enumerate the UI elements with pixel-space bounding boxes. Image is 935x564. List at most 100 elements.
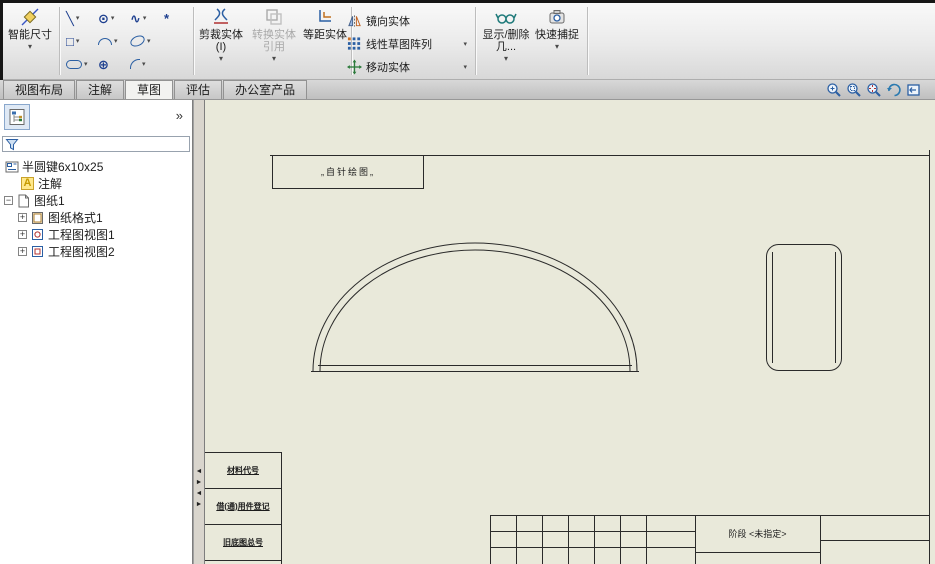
quick-snaps-button[interactable]: 快速捕捉 ▾	[535, 5, 579, 78]
circle-tool-button[interactable]: ⊙ ▾	[95, 8, 126, 28]
title-block-stage-cell[interactable]: 阶段 <未指定>	[695, 515, 820, 552]
offset-entities-button[interactable]: 等距实体	[303, 5, 347, 78]
command-manager-tabs: 视图布局 注解 草图 评估 办公室产品	[0, 80, 935, 100]
chevron-down-icon[interactable]: ▾	[76, 37, 80, 45]
smart-dimension-button[interactable]: 智能尺寸 ▾	[7, 5, 53, 78]
drawing-canvas[interactable]: „自针绘图„ 材料代号 借(通)用件登记 旧底图总号 阶段 <未指定>	[205, 100, 935, 564]
splitter-expand-icon[interactable]: ►	[196, 501, 203, 508]
trim-entities-button[interactable]: 剪裁实体(I) ▾	[197, 5, 245, 78]
tree-item-label: 工程图视图1	[48, 228, 115, 242]
trim-entities-label: 剪裁实体(I)	[199, 29, 243, 53]
half-round-key-front-view[interactable]	[311, 242, 639, 372]
side-cell-old-drawing-number[interactable]: 旧底图总号	[205, 524, 281, 560]
tab-sketch[interactable]: 草图	[125, 80, 174, 99]
tree-item-sheet-format1[interactable]: + 图纸格式1	[0, 209, 192, 226]
title-block-line	[516, 515, 517, 564]
tab-view-layout[interactable]: 视图布局	[3, 80, 76, 99]
slot-icon	[66, 59, 82, 69]
chevron-down-icon: ▾	[271, 54, 276, 63]
chevron-down-icon[interactable]: ▾	[111, 14, 115, 22]
previous-view-icon[interactable]	[906, 82, 923, 98]
point-tool-button[interactable]: *	[161, 8, 192, 28]
zoom-in-out-icon[interactable]	[826, 82, 843, 98]
title-block-line	[281, 452, 282, 564]
move-entities-button[interactable]: 移动实体 ▾	[347, 56, 469, 77]
chevron-down-icon[interactable]: ▾	[463, 40, 469, 48]
featuremanager-tree-icon	[9, 109, 25, 125]
expand-box-icon[interactable]: +	[18, 213, 27, 222]
polygon-tool-button[interactable]: ⊕	[95, 54, 126, 74]
line-tool-button[interactable]: ╲ ▾	[63, 8, 94, 28]
arc-tool-button[interactable]: ▾	[95, 31, 126, 51]
ellipse-tool-button[interactable]: ▾	[127, 31, 158, 51]
mirror-entities-label: 镜向实体	[366, 15, 410, 28]
title-block-line	[490, 547, 695, 548]
title-block-line	[205, 560, 281, 561]
chevron-down-icon[interactable]: ▾	[76, 14, 80, 22]
panel-more-tabs-chevron[interactable]: »	[176, 108, 183, 123]
collapse-box-icon[interactable]: −	[4, 196, 13, 205]
side-cell-material-code[interactable]: 材料代号	[205, 452, 281, 488]
title-block-line	[620, 515, 621, 564]
featuremanager-tab-button[interactable]	[4, 104, 30, 130]
chevron-down-icon[interactable]: ▾	[114, 37, 118, 45]
mirror-entities-button[interactable]: 镜向实体	[347, 10, 469, 31]
spline-tool-button[interactable]: ∿ ▾	[127, 8, 158, 28]
chevron-down-icon[interactable]: ▾	[463, 63, 469, 71]
spline-icon: ∿	[130, 10, 141, 26]
drawing-view-icon	[30, 245, 45, 259]
splitter-collapse-icon[interactable]: ◄	[196, 468, 203, 475]
zoom-to-fit-icon[interactable]	[866, 82, 883, 98]
zoom-to-area-icon[interactable]	[846, 82, 863, 98]
chevron-down-icon[interactable]: ▾	[219, 54, 223, 64]
tree-item-label: 工程图视图2	[48, 245, 115, 259]
tab-annotation[interactable]: 注解	[76, 80, 125, 99]
drawing-view-icon	[30, 228, 45, 242]
tab-evaluate[interactable]: 评估	[174, 80, 223, 99]
chevron-down-icon[interactable]: ▾	[142, 60, 146, 68]
chevron-down-icon[interactable]: ▾	[147, 37, 151, 45]
sketch-ribbon: 智能尺寸 ▾ ╲ ▾ ⊙ ▾ ∿ ▾ * □ ▾ ▾ ▾ ▾ ⊕ ▾ 剪裁实体(…	[3, 3, 935, 80]
point-icon: *	[164, 10, 170, 26]
key-side-view[interactable]	[766, 244, 842, 371]
line-icon: ╲	[66, 10, 74, 26]
solidworks-window: 智能尺寸 ▾ ╲ ▾ ⊙ ▾ ∿ ▾ * □ ▾ ▾ ▾ ▾ ⊕ ▾ 剪裁实体(…	[0, 0, 935, 564]
ribbon-separator	[587, 7, 588, 75]
slot-tool-button[interactable]: ▾	[63, 54, 94, 74]
linear-sketch-pattern-button[interactable]: 线性草图阵列 ▾	[347, 33, 469, 54]
chevron-down-icon[interactable]: ▾	[28, 42, 32, 52]
chevron-down-icon[interactable]: ▾	[143, 14, 147, 22]
linear-sketch-pattern-label: 线性草图阵列	[366, 38, 432, 51]
sheet-format-icon	[30, 211, 45, 225]
filter-input[interactable]	[19, 137, 189, 151]
title-block-line	[820, 540, 929, 541]
tree-item-annotations[interactable]: A 注解	[0, 175, 192, 192]
rotate-view-icon[interactable]	[886, 82, 903, 98]
side-cell-borrowed-parts[interactable]: 借(通)用件登记	[205, 488, 281, 524]
arc-icon	[98, 37, 112, 45]
ellipse-icon	[128, 33, 147, 49]
chevron-down-icon[interactable]: ▾	[504, 54, 508, 64]
expand-box-icon[interactable]: +	[18, 247, 27, 256]
tree-item-drawing-view1[interactable]: + 工程图视图1	[0, 226, 192, 243]
pattern-tools-group: 镜向实体 线性草图阵列 ▾ 移动实体 ▾	[347, 10, 469, 77]
splitter-expand-icon[interactable]: ►	[196, 479, 203, 486]
tree-item-sheet1[interactable]: − 图纸1	[0, 192, 192, 209]
splitter-arrows[interactable]: ◄ ► ◄ ►	[194, 468, 204, 508]
offset-entities-label: 等距实体	[303, 29, 347, 41]
tree-item-drawing-view2[interactable]: + 工程图视图2	[0, 243, 192, 260]
annotations-icon: A	[20, 177, 35, 191]
display-delete-relations-button[interactable]: 显示/删除几... ▾	[481, 5, 531, 78]
quick-snaps-label: 快速捕捉	[535, 29, 579, 41]
ribbon-separator	[193, 7, 194, 75]
rectangle-tool-button[interactable]: □ ▾	[63, 31, 94, 51]
tab-office-products[interactable]: 办公室产品	[223, 80, 308, 99]
smart-dimension-label: 智能尺寸	[8, 29, 52, 41]
fillet-tool-button[interactable]: ▾	[127, 54, 158, 74]
chevron-down-icon[interactable]: ▾	[84, 60, 88, 68]
tree-root-item[interactable]: 半圆键6x10x25	[0, 158, 192, 175]
expand-box-icon[interactable]: +	[18, 230, 27, 239]
splitter-collapse-icon[interactable]: ◄	[196, 490, 203, 497]
chevron-down-icon[interactable]: ▾	[555, 42, 559, 52]
panel-splitter[interactable]: ◄ ► ◄ ►	[193, 100, 205, 564]
